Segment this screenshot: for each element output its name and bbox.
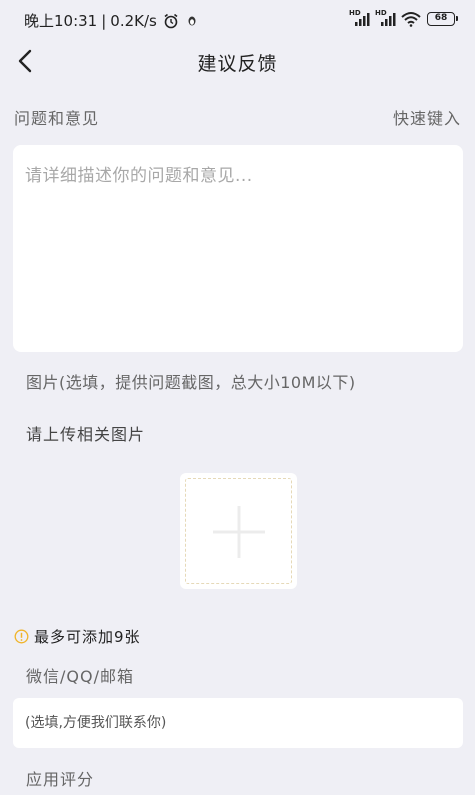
signal-hd-label-2: HD bbox=[375, 9, 387, 17]
image-upload-button[interactable] bbox=[180, 473, 297, 589]
wifi-icon bbox=[401, 12, 421, 27]
upload-label: 请上传相关图片 bbox=[26, 425, 146, 444]
status-right: HD HD 68 bbox=[349, 9, 458, 27]
status-separator: | bbox=[101, 11, 107, 30]
feedback-section-header: 问题和意见 快速键入 bbox=[14, 105, 461, 129]
feedback-textarea[interactable] bbox=[13, 145, 463, 352]
max-images-text: 最多可添加9张 bbox=[34, 628, 141, 646]
feedback-section-label: 问题和意见 bbox=[14, 109, 100, 128]
page-title: 建议反馈 bbox=[197, 53, 278, 75]
status-time: 晚上10:31 bbox=[24, 12, 98, 30]
info-icon bbox=[14, 629, 29, 644]
battery-indicator: 68 bbox=[427, 12, 458, 26]
signal-icon-2: HD bbox=[375, 9, 397, 27]
network-speed: 0.2K/s bbox=[110, 11, 157, 30]
nav-bar: 建议反馈 bbox=[0, 40, 475, 82]
signal-icon: HD bbox=[349, 9, 371, 27]
alarm-clock-icon bbox=[164, 13, 178, 28]
status-left: 晚上10:31 | 0.2K/s bbox=[24, 10, 197, 31]
status-bar: 晚上10:31 | 0.2K/s HD HD 68 bbox=[0, 0, 475, 40]
rating-label: 应用评分 bbox=[26, 770, 95, 789]
max-images-note: 最多可添加9张 bbox=[14, 626, 141, 647]
contact-label: 微信/QQ/邮箱 bbox=[26, 667, 134, 686]
notification-icon bbox=[188, 16, 196, 25]
signal-hd-label: HD bbox=[349, 9, 361, 17]
plus-icon bbox=[213, 506, 265, 558]
image-note: 图片(选填，提供问题截图，总大小10M以下) bbox=[26, 373, 356, 392]
contact-box bbox=[13, 698, 463, 748]
feedback-box bbox=[13, 145, 463, 352]
quick-input-button[interactable]: 快速键入 bbox=[393, 105, 461, 129]
contact-input[interactable] bbox=[13, 698, 463, 748]
